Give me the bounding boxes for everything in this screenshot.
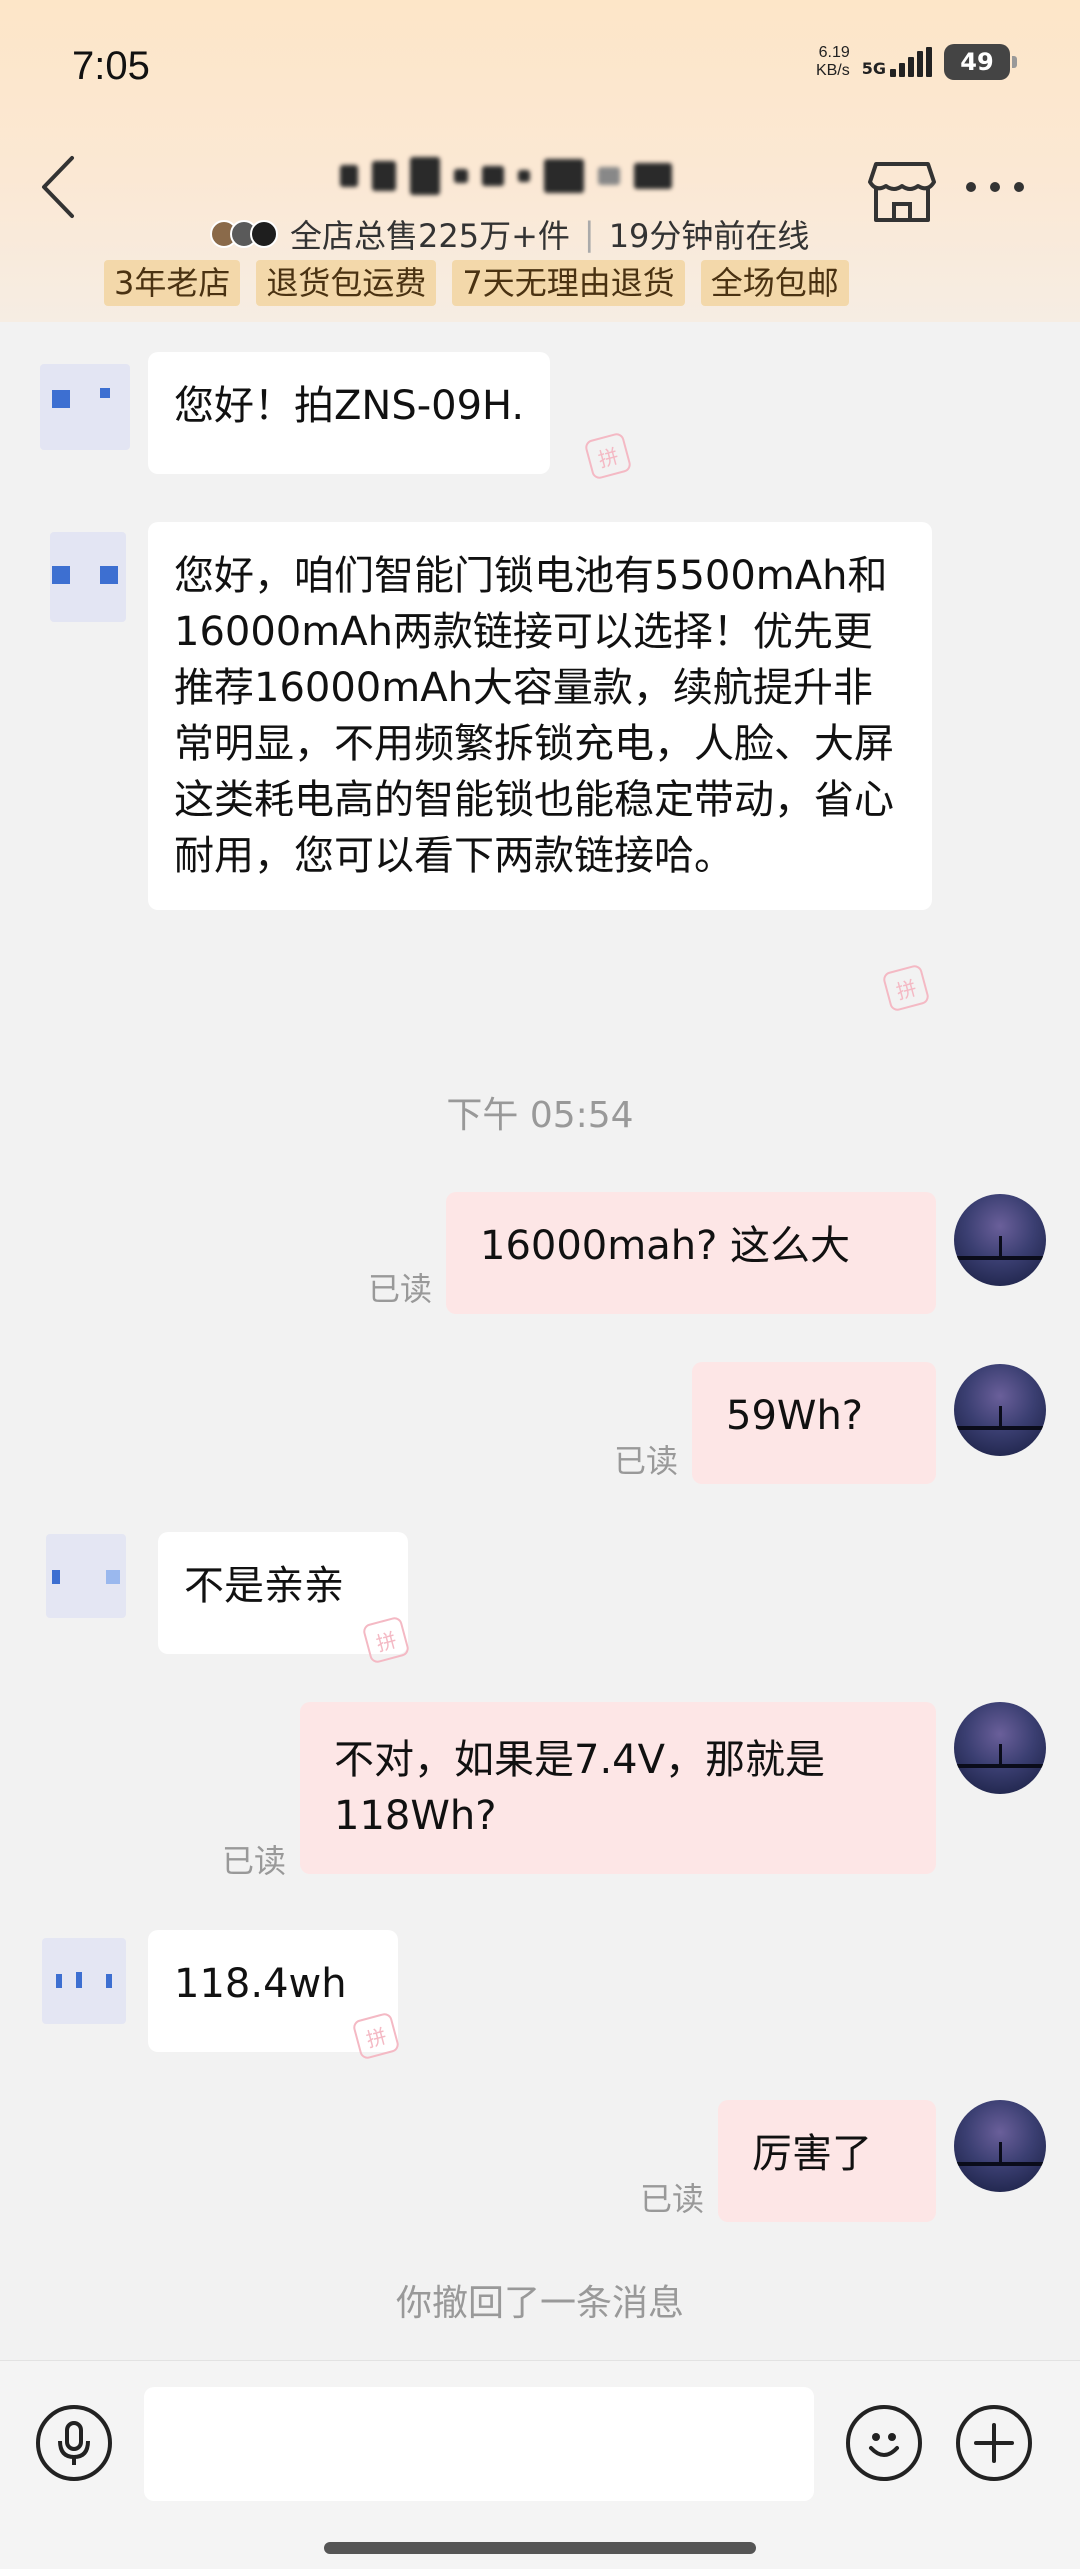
tag-return-shipping: 退货包运费: [256, 260, 437, 306]
meta-separator: |: [583, 215, 595, 253]
read-receipt: 已读: [614, 1442, 679, 1480]
plus-icon[interactable]: [956, 2405, 1032, 2481]
tag-7day-return: 7天无理由退货: [452, 260, 685, 306]
shop-avatar[interactable]: [36, 528, 136, 628]
online-status: 19分钟前在线: [608, 217, 810, 255]
my-avatar[interactable]: [954, 1702, 1046, 1794]
shop-name-redacted: [340, 150, 740, 202]
net-speed: 6.19 KB/s: [815, 44, 850, 79]
read-receipt: 已读: [222, 1842, 287, 1880]
tag-store-age: 3年老店: [104, 260, 241, 306]
read-receipt: 已读: [640, 2180, 705, 2218]
status-time: 7:05: [72, 44, 150, 88]
message-received[interactable]: 您好，咱们智能门锁电池有5500mAh和16000mAh两款链接可以选择！优先更…: [148, 522, 932, 910]
shop-avatar[interactable]: [36, 356, 136, 456]
stamp-badge: 拼: [583, 431, 633, 481]
recall-notice: 你撤回了一条消息: [395, 2283, 684, 2324]
message-sent[interactable]: 不对，如果是7.4V，那就是118Wh?: [300, 1702, 936, 1874]
shop-meta: 全店总售225万+件 | 19分钟前在线: [210, 210, 809, 258]
read-receipt: 已读: [368, 1270, 433, 1308]
signal: 5G: [862, 47, 932, 77]
shop-stats: 全店总售225万+件: [290, 217, 570, 255]
signal-bars-icon: [890, 47, 932, 77]
input-bar: [0, 2360, 1080, 2569]
message-received[interactable]: 您好！拍ZNS-09H.: [148, 352, 551, 474]
status-indicators: 6.19 KB/s 5G 49: [815, 44, 1017, 80]
customer-avatars: [210, 220, 278, 248]
shop-tags: 3年老店 退货包运费 7天无理由退货 全场包邮: [104, 260, 849, 306]
chat-header: 7:05 6.19 KB/s 5G 49 全店总售225万+件 | 19分钟前在…: [0, 0, 1080, 322]
emoji-icon[interactable]: [846, 2405, 922, 2481]
network-type: 5G: [861, 59, 886, 78]
shop-avatar[interactable]: [36, 1528, 136, 1628]
battery-icon: 49: [944, 44, 1017, 80]
message-sent[interactable]: 16000mah? 这么大: [446, 1192, 936, 1314]
message-sent[interactable]: 厉害了: [718, 2100, 936, 2222]
home-indicator[interactable]: [324, 2542, 756, 2554]
message-input[interactable]: [144, 2387, 814, 2501]
mic-icon[interactable]: [36, 2405, 112, 2481]
shop-avatar[interactable]: [36, 1934, 136, 2034]
stamp-badge: 拼: [881, 963, 931, 1013]
my-avatar[interactable]: [954, 2100, 1046, 2192]
back-arrow-icon[interactable]: [36, 152, 80, 222]
message-timestamp: 下午 05:54: [446, 1095, 634, 1136]
tag-free-shipping: 全场包邮: [700, 260, 849, 306]
my-avatar[interactable]: [954, 1194, 1046, 1286]
chat-page: 7:05 6.19 KB/s 5G 49 全店总售225万+件 | 19分钟前在…: [0, 0, 1080, 2569]
message-sent[interactable]: 59Wh?: [692, 1362, 936, 1484]
my-avatar[interactable]: [954, 1364, 1046, 1456]
more-icon[interactable]: [966, 182, 1024, 192]
shop-icon[interactable]: [868, 158, 936, 224]
